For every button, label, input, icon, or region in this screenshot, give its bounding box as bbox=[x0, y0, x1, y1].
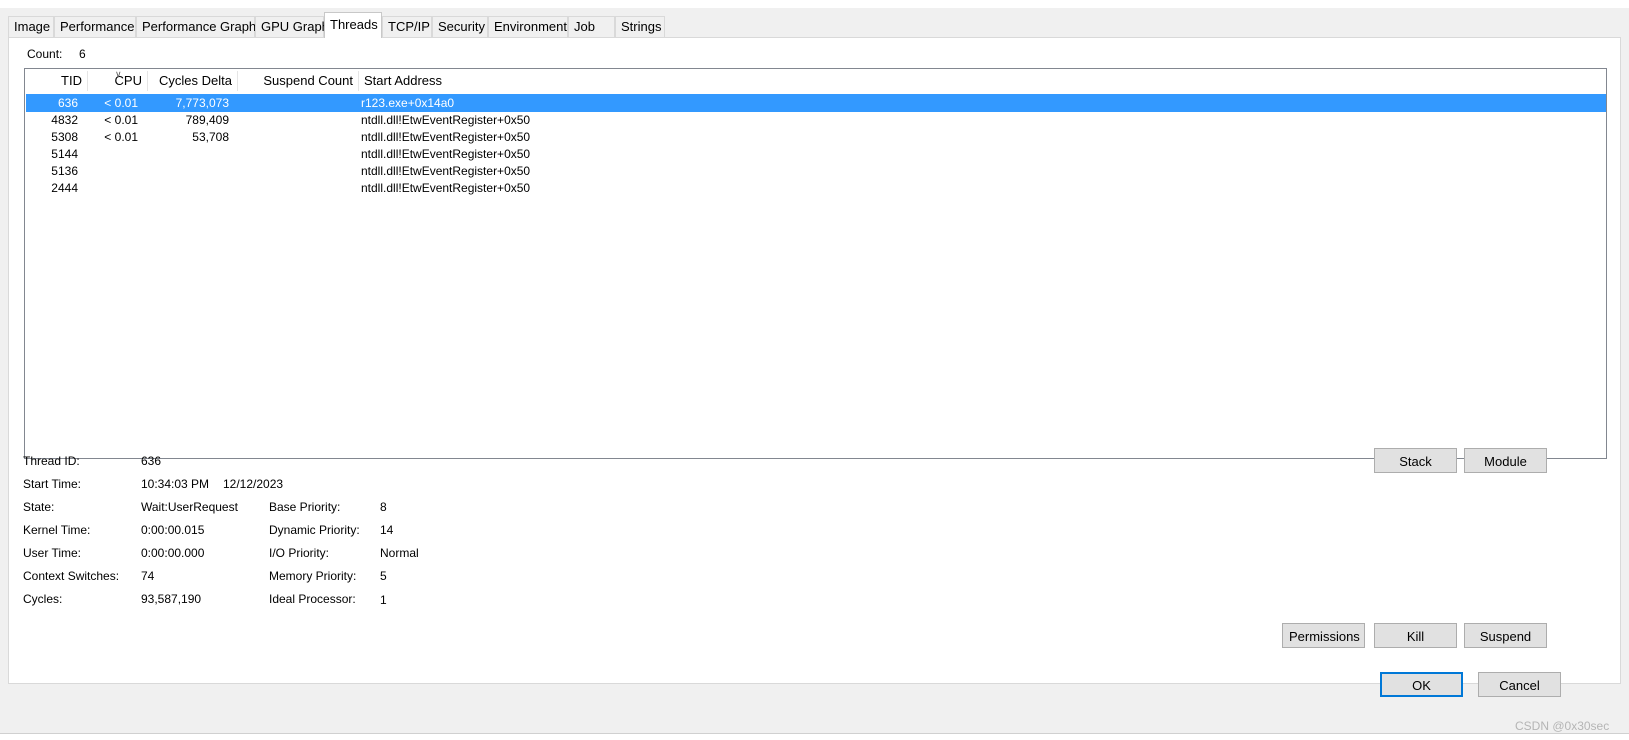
memory-priority-label: Memory Priority: bbox=[269, 569, 357, 583]
list-header: TID CPU ∨ Cycles Delta Suspend Count Sta… bbox=[25, 69, 1606, 93]
cycles-label: Cycles: bbox=[23, 592, 63, 606]
count-value: 6 bbox=[79, 47, 86, 61]
column-header-tid[interactable]: TID bbox=[25, 69, 87, 93]
cell-tid: 2444 bbox=[51, 181, 78, 195]
threads-panel: Count: 6 TID CPU ∨ Cycles Delta Suspend … bbox=[8, 37, 1621, 684]
cell-start-address: ntdll.dll!EtwEventRegister+0x50 bbox=[361, 181, 531, 195]
user-time-label: User Time: bbox=[23, 546, 82, 560]
cell-start-address: ntdll.dll!EtwEventRegister+0x50 bbox=[361, 113, 531, 127]
kernel-time-label: Kernel Time: bbox=[23, 523, 91, 537]
base-priority-value: 8 bbox=[380, 500, 387, 514]
ok-button[interactable]: OK bbox=[1380, 672, 1463, 697]
cell-cycles-delta bbox=[146, 179, 229, 197]
table-row[interactable]: 2444 ntdll.dll!EtwEventRegister+0x50 bbox=[26, 179, 1606, 197]
cycles-value: 93,587,190 bbox=[141, 592, 202, 606]
context-switches-label: Context Switches: bbox=[23, 569, 120, 583]
user-time-value: 0:00:00.000 bbox=[141, 546, 205, 560]
tab-performance[interactable]: Performance bbox=[54, 16, 136, 37]
tab-job[interactable]: Job bbox=[568, 16, 615, 37]
thread-id-label: Thread ID: bbox=[23, 454, 80, 468]
cell-suspend-count bbox=[238, 111, 353, 129]
memory-priority-value: 5 bbox=[380, 569, 387, 583]
cell-tid: 4832 bbox=[51, 113, 78, 127]
cell-suspend-count bbox=[238, 128, 353, 146]
cell-tid: 5136 bbox=[51, 164, 78, 178]
sort-indicator-icon: ∨ bbox=[115, 69, 122, 79]
cell-cycles-delta bbox=[146, 162, 229, 180]
cell-cpu bbox=[86, 179, 138, 197]
cancel-button[interactable]: Cancel bbox=[1478, 672, 1561, 697]
stack-button[interactable]: Stack bbox=[1374, 448, 1457, 473]
cell-suspend-count bbox=[238, 94, 353, 112]
kernel-time-value: 0:00:00.015 bbox=[141, 523, 205, 537]
cell-start-address: ntdll.dll!EtwEventRegister+0x50 bbox=[361, 164, 531, 178]
start-time-value: 10:34:03 PM bbox=[141, 477, 210, 491]
table-row[interactable]: 5144 ntdll.dll!EtwEventRegister+0x50 bbox=[26, 145, 1606, 163]
watermark: CSDN @0x30sec bbox=[1515, 719, 1610, 733]
dynamic-priority-value: 14 bbox=[380, 523, 394, 537]
column-header-cycles-delta[interactable]: Cycles Delta bbox=[147, 69, 237, 93]
permissions-button[interactable]: Permissions bbox=[1282, 623, 1365, 648]
tab-environment[interactable]: Environment bbox=[488, 16, 568, 37]
dynamic-priority-label: Dynamic Priority: bbox=[269, 523, 360, 537]
tab-strings[interactable]: Strings bbox=[615, 16, 665, 37]
window-bottom-strip bbox=[0, 733, 1629, 740]
cell-cycles-delta: 7,773,073 bbox=[175, 96, 229, 110]
ideal-processor-value: 1 bbox=[380, 593, 387, 607]
cell-cpu: < 0.01 bbox=[104, 113, 138, 127]
cell-suspend-count bbox=[238, 179, 353, 197]
cell-tid: 636 bbox=[57, 96, 78, 110]
ideal-processor-label: Ideal Processor: bbox=[269, 592, 356, 606]
cell-suspend-count bbox=[238, 162, 353, 180]
column-header-suspend-count[interactable]: Suspend Count bbox=[237, 69, 358, 93]
tab-tcp-ip[interactable]: TCP/IP bbox=[382, 16, 432, 37]
cell-cpu: < 0.01 bbox=[104, 96, 138, 110]
thread-id-value: 636 bbox=[141, 454, 162, 468]
kill-button[interactable]: Kill bbox=[1374, 623, 1457, 648]
tab-image[interactable]: Image bbox=[8, 16, 54, 37]
cell-start-address: ntdll.dll!EtwEventRegister+0x50 bbox=[361, 147, 531, 161]
table-row[interactable]: 5308 < 0.01 53,708 ntdll.dll!EtwEventReg… bbox=[26, 128, 1606, 146]
tab-gpu-graph[interactable]: GPU Graph bbox=[255, 16, 329, 37]
cell-tid: 5144 bbox=[51, 147, 78, 161]
cell-cpu bbox=[86, 162, 138, 180]
io-priority-value: Normal bbox=[380, 546, 419, 560]
cell-start-address: r123.exe+0x14a0 bbox=[361, 96, 455, 110]
cell-cpu bbox=[86, 145, 138, 163]
threads-list[interactable]: TID CPU ∨ Cycles Delta Suspend Count Sta… bbox=[24, 68, 1607, 459]
window-top-strip bbox=[0, 0, 1629, 8]
table-row[interactable]: 5136 ntdll.dll!EtwEventRegister+0x50 bbox=[26, 162, 1606, 180]
start-time-label: Start Time: bbox=[23, 477, 82, 491]
cell-cycles-delta bbox=[146, 145, 229, 163]
base-priority-label: Base Priority: bbox=[269, 500, 341, 514]
cell-start-address: ntdll.dll!EtwEventRegister+0x50 bbox=[361, 130, 531, 144]
cell-cycles-delta: 53,708 bbox=[192, 130, 229, 144]
table-row[interactable]: 636 < 0.01 7,773,073 r123.exe+0x14a0 bbox=[26, 94, 1606, 112]
suspend-button[interactable]: Suspend bbox=[1464, 623, 1547, 648]
tab-security[interactable]: Security bbox=[432, 16, 488, 37]
table-row[interactable]: 4832 < 0.01 789,409 ntdll.dll!EtwEventRe… bbox=[26, 111, 1606, 129]
cell-cycles-delta: 789,409 bbox=[185, 113, 229, 127]
column-header-start-address[interactable]: Start Address bbox=[358, 69, 658, 93]
io-priority-label: I/O Priority: bbox=[269, 546, 330, 560]
context-switches-value: 74 bbox=[141, 569, 155, 583]
state-value: Wait:UserRequest bbox=[141, 500, 238, 514]
cell-cpu: < 0.01 bbox=[104, 130, 138, 144]
count-label: Count: bbox=[27, 47, 63, 61]
tab-performance-graph[interactable]: Performance Graph bbox=[136, 16, 256, 37]
cell-tid: 5308 bbox=[51, 130, 78, 144]
tab-threads[interactable]: Threads bbox=[324, 12, 382, 38]
cell-suspend-count bbox=[238, 145, 353, 163]
start-date-value: 12/12/2023 bbox=[223, 477, 284, 491]
state-label: State: bbox=[23, 500, 55, 514]
module-button[interactable]: Module bbox=[1464, 448, 1547, 473]
